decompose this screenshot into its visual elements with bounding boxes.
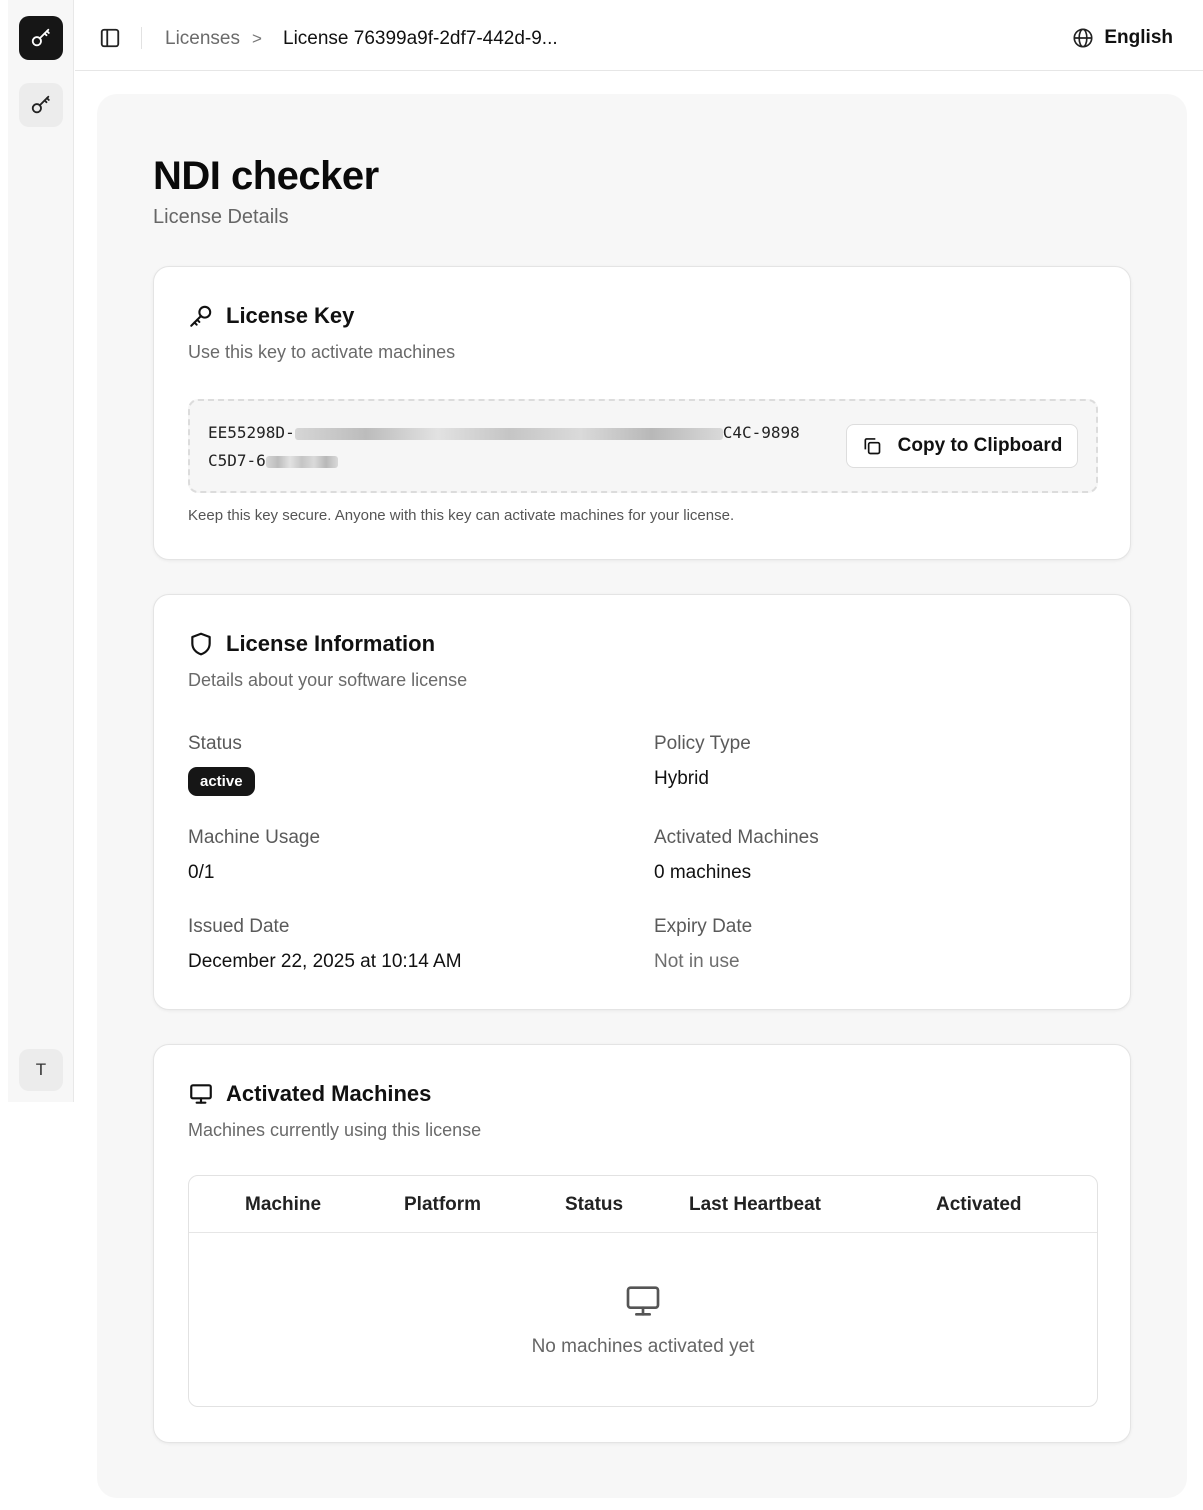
globe-icon xyxy=(1073,28,1093,48)
column-header-status[interactable]: Status xyxy=(565,1194,623,1216)
activated-machines-description: Machines currently using this license xyxy=(188,1120,482,1140)
main-panel: NDI checker License Details License Key … xyxy=(97,94,1187,1498)
breadcrumb-separator: > xyxy=(252,29,262,48)
breadcrumb-current: License 76399a9f-2df7-442d-9... xyxy=(283,28,558,49)
machine-usage-value: 0/1 xyxy=(188,862,215,883)
license-key-line-2: C5D7-6 xyxy=(208,447,828,475)
header-divider xyxy=(141,27,142,49)
policy-type-value: Hybrid xyxy=(654,768,709,789)
shield-icon xyxy=(191,632,211,656)
user-initial: T xyxy=(35,1060,47,1079)
monitor-icon xyxy=(626,1286,660,1316)
license-key-value[interactable]: EE55298D- C4C-9898 C5D7-6 xyxy=(208,419,828,475)
user-avatar[interactable]: T xyxy=(19,1049,63,1091)
breadcrumb-licenses-link[interactable]: Licenses xyxy=(165,28,240,50)
page-subtitle: License Details xyxy=(153,206,289,228)
license-key-card: License Key Use this key to activate mac… xyxy=(153,266,1131,560)
page-title: NDI checker xyxy=(153,154,379,198)
redacted-key-segment xyxy=(294,427,723,440)
column-header-activated[interactable]: Activated xyxy=(936,1194,1022,1216)
column-header-last-heartbeat[interactable]: Last Heartbeat xyxy=(689,1194,821,1216)
license-key-line-1: EE55298D- C4C-9898 xyxy=(208,419,828,447)
sidebar-rail xyxy=(8,0,74,1102)
top-header: Licenses > License 76399a9f-2df7-442d-9.… xyxy=(75,0,1203,71)
sidebar-toggle-button[interactable] xyxy=(99,27,121,49)
empty-state-text: No machines activated yet xyxy=(531,1336,755,1357)
language-label: English xyxy=(1104,27,1173,48)
status-label: Status xyxy=(188,733,242,754)
key-icon xyxy=(31,95,50,114)
license-key-end: C4C-9898 xyxy=(722,423,800,442)
license-key-description: Use this key to activate machines xyxy=(188,342,456,362)
machines-table-header: Machine Platform Status Last Heartbeat A… xyxy=(189,1176,1097,1233)
copy-button-label: Copy to Clipboard xyxy=(897,435,1063,456)
issued-date-label: Issued Date xyxy=(188,916,290,937)
license-information-card: License Information Details about your s… xyxy=(153,594,1131,1010)
language-selector[interactable]: English xyxy=(1072,27,1173,49)
key-icon xyxy=(31,28,50,47)
copy-to-clipboard-button[interactable]: Copy to Clipboard xyxy=(846,424,1078,468)
activated-machines-heading: Activated Machines xyxy=(188,1081,431,1107)
machine-usage-label: Machine Usage xyxy=(188,827,321,848)
redacted-key-segment xyxy=(265,455,338,468)
policy-type-label: Policy Type xyxy=(654,733,751,754)
column-header-platform[interactable]: Platform xyxy=(404,1194,481,1216)
sidebar-item-licenses[interactable] xyxy=(19,83,63,127)
expiry-date-value: Not in use xyxy=(654,951,740,972)
sidebar-toggle-icon xyxy=(100,28,120,48)
license-info-description: Details about your software license xyxy=(188,670,468,690)
license-info-heading: License Information xyxy=(188,631,435,657)
machines-table: Machine Platform Status Last Heartbeat A… xyxy=(188,1175,1098,1407)
app-logo-button[interactable] xyxy=(19,16,63,60)
column-header-machine[interactable]: Machine xyxy=(245,1194,321,1216)
license-key-start: EE55298D- xyxy=(208,423,295,442)
issued-date-value: December 22, 2025 at 10:14 AM xyxy=(188,951,462,972)
activated-machines-card: Activated Machines Machines currently us… xyxy=(153,1044,1131,1443)
activated-machines-label: Activated Machines xyxy=(654,827,819,848)
license-key-title: License Key xyxy=(226,303,355,328)
sidebar: T xyxy=(0,0,75,1510)
license-key-heading: License Key xyxy=(188,303,354,329)
key-icon xyxy=(190,305,212,327)
activated-machines-value: 0 machines xyxy=(654,862,752,883)
monitor-icon xyxy=(190,1084,212,1104)
license-key-warning: Keep this key secure. Anyone with this k… xyxy=(188,507,735,524)
activated-machines-title: Activated Machines xyxy=(226,1081,432,1106)
copy-icon xyxy=(864,438,881,455)
status-badge: active xyxy=(188,767,255,796)
license-key-box: EE55298D- C4C-9898 C5D7-6 Copy to Clipboa… xyxy=(188,399,1098,493)
license-info-title: License Information xyxy=(226,631,436,656)
license-key-line2-start: C5D7-6 xyxy=(208,451,266,470)
expiry-date-label: Expiry Date xyxy=(654,916,753,937)
